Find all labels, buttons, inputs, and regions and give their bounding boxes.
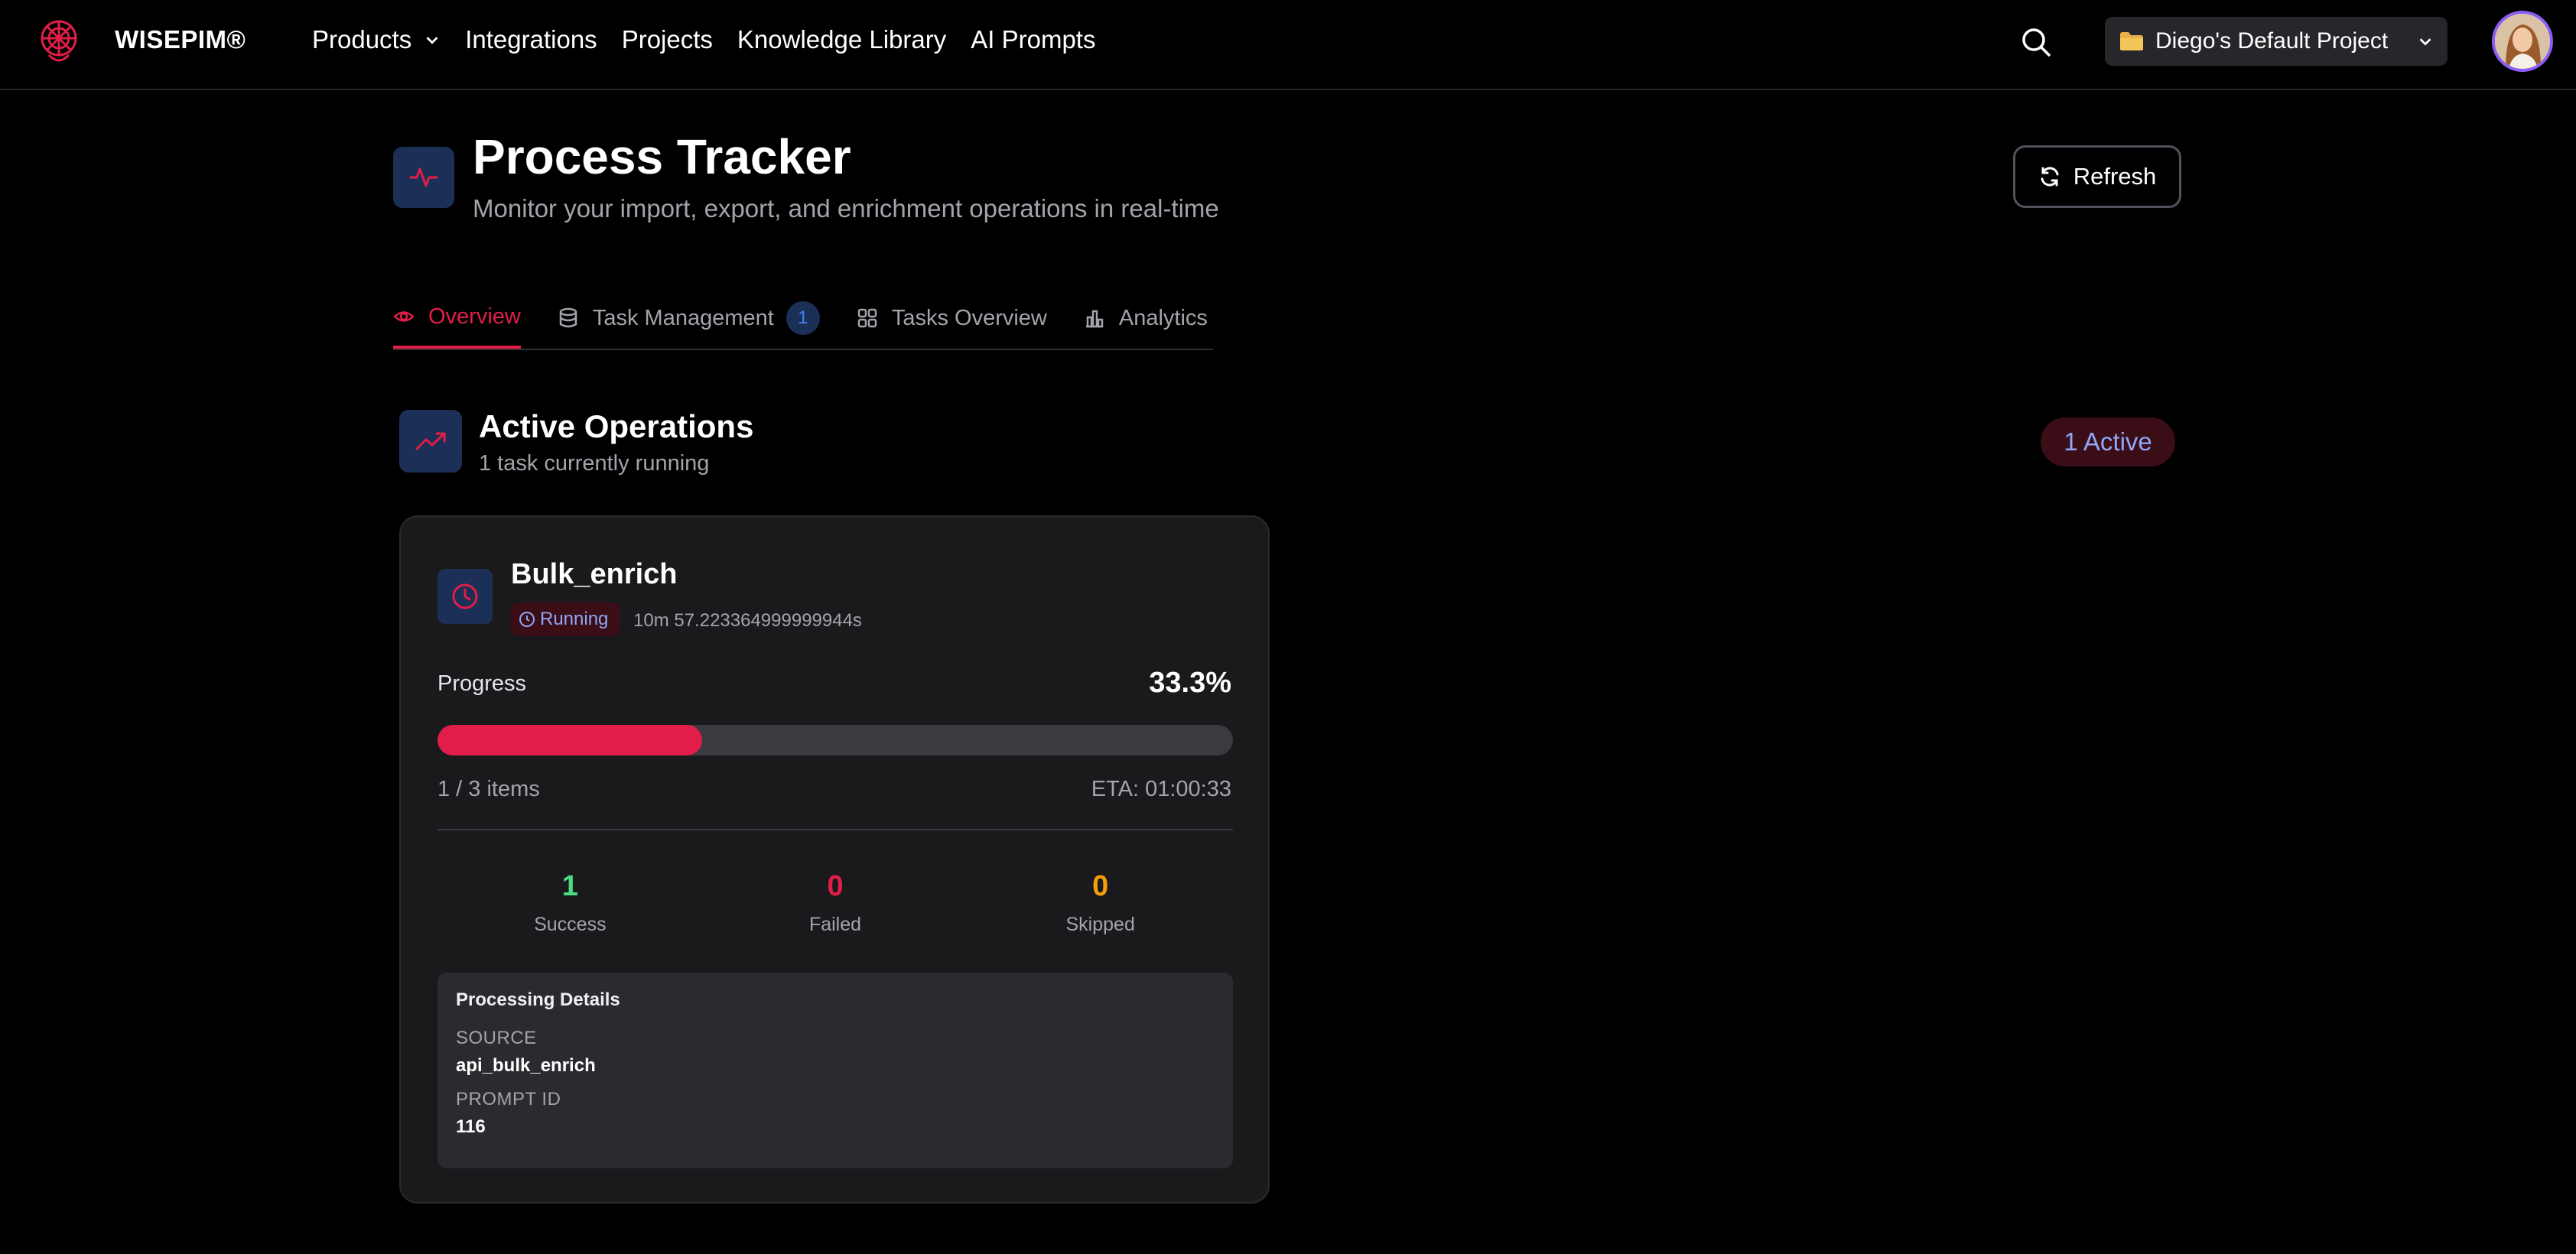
success-count: 1	[561, 870, 578, 902]
progress-label: Progress	[437, 671, 527, 696]
stat-success: 1 Success	[437, 870, 703, 936]
search-icon[interactable]	[2019, 25, 2053, 59]
divider	[437, 829, 1233, 830]
failed-count: 0	[827, 870, 844, 902]
nav-products-label: Products	[312, 25, 412, 54]
tab-analytics-label: Analytics	[1118, 305, 1208, 330]
progress-bar	[437, 725, 1233, 755]
refresh-icon	[2041, 167, 2059, 187]
success-label: Success	[534, 914, 607, 935]
nav-knowledge-library[interactable]: Knowledge Library	[737, 25, 946, 54]
page-title: Process Tracker	[473, 129, 851, 184]
eta: ETA: 01:00:33	[1091, 777, 1231, 801]
skipped-count: 0	[1092, 870, 1109, 902]
page-subtitle: Monitor your import, export, and enrichm…	[473, 194, 1219, 223]
database-icon	[559, 307, 577, 328]
tab-overview[interactable]: Overview	[393, 288, 521, 349]
nav-integrations[interactable]: Integrations	[465, 25, 597, 54]
nav-products[interactable]: Products	[312, 25, 441, 54]
task-name: Bulk_enrich	[511, 558, 678, 590]
tab-tasks-overview-label: Tasks Overview	[891, 305, 1047, 330]
elapsed-time: 10m 57.223364999999944s	[633, 610, 862, 631]
stat-failed: 0 Failed	[703, 870, 968, 936]
prompt-id-value: 116	[456, 1116, 486, 1137]
progress-percent: 33.3%	[1149, 667, 1231, 699]
failed-label: Failed	[808, 914, 862, 935]
chevron-down-icon	[426, 37, 438, 44]
brand-name[interactable]: WISEPIM®	[115, 25, 246, 54]
progress-bar-fill	[437, 725, 703, 755]
brain-logo-icon[interactable]	[32, 15, 86, 69]
active-operations-title: Active Operations	[479, 408, 754, 444]
tab-bar: Overview Task Management 1 Tasks Overvie…	[393, 288, 1213, 350]
processing-details-title: Processing Details	[456, 989, 620, 1010]
trending-up-icon	[399, 410, 462, 473]
main-nav: Products Integrations Projects Knowledge…	[312, 25, 1120, 54]
project-selector[interactable]: Diego's Default Project	[2105, 17, 2448, 66]
chevron-down-icon	[2419, 38, 2431, 46]
grid-icon	[857, 308, 877, 328]
items-count: 1 / 3 items	[437, 777, 540, 801]
task-count-badge: 1	[785, 301, 820, 335]
task-card: Bulk_enrich Running 10m 57.2233649999999…	[399, 515, 1270, 1204]
tab-analytics[interactable]: Analytics	[1084, 288, 1208, 349]
task-stats: 1 Success 0 Failed 0 Skipped	[437, 870, 1233, 936]
stat-skipped: 0 Skipped	[968, 870, 1233, 936]
active-operations-subtitle: 1 task currently running	[479, 451, 710, 476]
tab-overview-label: Overview	[428, 304, 521, 329]
bar-chart-icon	[1085, 310, 1104, 328]
eye-icon	[393, 311, 415, 322]
skipped-label: Skipped	[1065, 914, 1135, 935]
source-value: api_bulk_enrich	[456, 1055, 596, 1076]
source-label: SOURCE	[456, 1028, 537, 1048]
nav-ai-prompts[interactable]: AI Prompts	[971, 25, 1095, 54]
processing-details: Processing Details SOURCE api_bulk_enric…	[437, 973, 1233, 1168]
tab-tasks-overview[interactable]: Tasks Overview	[857, 288, 1047, 349]
tab-task-management[interactable]: Task Management 1	[558, 288, 820, 349]
active-count-badge: 1 Active	[2041, 417, 2175, 466]
status-label: Running	[540, 609, 609, 629]
nav-projects[interactable]: Projects	[622, 25, 713, 54]
refresh-label: Refresh	[2073, 163, 2157, 190]
project-selector-label: Diego's Default Project	[2155, 28, 2389, 54]
refresh-button[interactable]: Refresh	[2013, 145, 2181, 208]
avatar[interactable]	[2492, 11, 2553, 72]
status-badge: Running	[511, 603, 621, 636]
folder-icon	[2120, 32, 2143, 50]
prompt-id-label: PROMPT ID	[456, 1089, 561, 1109]
tab-task-management-label: Task Management	[592, 305, 774, 330]
clock-icon	[519, 612, 535, 627]
clock-icon	[437, 569, 493, 624]
activity-icon	[393, 147, 454, 208]
top-navigation-bar: WISEPIM® Products Integrations Projects …	[0, 0, 2576, 90]
